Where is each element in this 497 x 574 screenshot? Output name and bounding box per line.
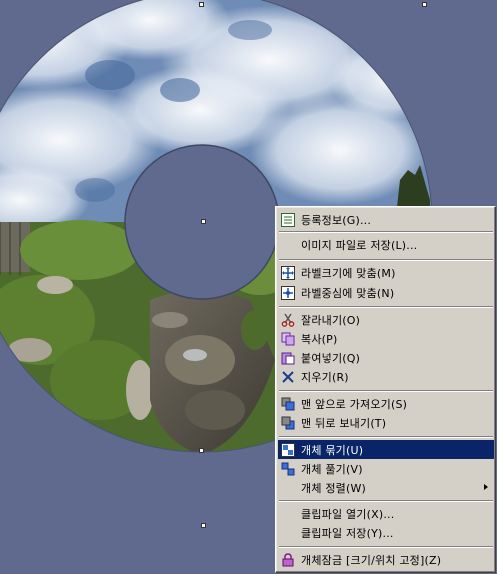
menu-item-label: 클립파일 열기(X)... — [301, 507, 395, 521]
menu-item-label: 개체 풀기(V) — [301, 462, 363, 476]
menu-item-copy[interactable]: 복사(P) — [278, 329, 494, 348]
menu-item-label: 이미지 파일로 저장(L)... — [301, 238, 418, 252]
delete-icon — [280, 369, 296, 385]
menu-item-label: 잘라내기(O) — [301, 313, 361, 327]
menu-separator — [279, 436, 493, 438]
menu-item-label: 붙여넣기(Q) — [301, 351, 361, 365]
menu-item-label: 개체잠금 [크기/위치 고정](Z) — [301, 553, 442, 567]
menu-separator — [279, 390, 493, 392]
menu-item-label: 라벨중심에 맞춤(N) — [301, 286, 395, 300]
lock-icon — [280, 552, 296, 568]
menu-separator — [279, 259, 493, 261]
menu-item-group[interactable]: 개체 묶기(U) — [278, 440, 494, 459]
menu-item-label: 클립파일 저장(Y)... — [301, 526, 394, 540]
menu-item-label: 지우기(R) — [301, 370, 349, 384]
menu-item-label: 개체 묶기(U) — [301, 443, 364, 457]
menu-item-save-clip[interactable]: 클립파일 저장(Y)... — [278, 523, 494, 542]
menu-item-label: 맨 앞으로 가져오기(S) — [301, 397, 408, 411]
selection-handle[interactable] — [201, 523, 206, 528]
context-menu: 등록정보(G)... 이미지 파일로 저장(L)... 라벨크기에 맞춤(M) … — [275, 206, 496, 573]
group-icon — [280, 442, 296, 458]
selection-handle[interactable] — [199, 448, 204, 453]
menu-item-save-image[interactable]: 이미지 파일로 저장(L)... — [278, 235, 494, 254]
menu-item-properties[interactable]: 등록정보(G)... — [278, 210, 494, 229]
selection-handle[interactable] — [199, 2, 204, 7]
menu-item-delete[interactable]: 지우기(R) — [278, 367, 494, 386]
menu-separator — [279, 500, 493, 502]
ungroup-icon — [280, 461, 296, 477]
cut-icon — [280, 312, 296, 328]
selection-handle[interactable] — [422, 2, 427, 7]
menu-item-label: 라벨크기에 맞춤(M) — [301, 266, 396, 280]
menu-separator — [279, 306, 493, 308]
submenu-arrow-icon — [484, 484, 488, 490]
menu-item-fit-label-center[interactable]: 라벨중심에 맞춤(N) — [278, 283, 494, 302]
menu-item-lock-object[interactable]: 개체잠금 [크기/위치 고정](Z) — [278, 550, 494, 569]
menu-item-align[interactable]: 개체 정렬(W) — [278, 478, 494, 497]
bring-to-front-icon — [280, 396, 296, 412]
menu-item-cut[interactable]: 잘라내기(O) — [278, 310, 494, 329]
menu-item-label: 맨 뒤로 보내기(T) — [301, 416, 387, 430]
send-to-back-icon — [280, 415, 296, 431]
menu-item-ungroup[interactable]: 개체 풀기(V) — [278, 459, 494, 478]
menu-item-label: 복사(P) — [301, 332, 338, 346]
copy-icon — [280, 331, 296, 347]
menu-separator — [279, 231, 493, 233]
menu-item-label: 등록정보(G)... — [301, 213, 372, 227]
menu-item-bring-to-front[interactable]: 맨 앞으로 가져오기(S) — [278, 394, 494, 413]
properties-icon — [280, 212, 296, 228]
menu-separator — [279, 546, 493, 548]
menu-item-open-clip[interactable]: 클립파일 열기(X)... — [278, 504, 494, 523]
menu-item-send-to-back[interactable]: 맨 뒤로 보내기(T) — [278, 413, 494, 432]
fit-center-icon — [280, 285, 296, 301]
paste-icon — [280, 350, 296, 366]
fit-size-icon — [280, 265, 296, 281]
menu-item-label: 개체 정렬(W) — [301, 481, 367, 495]
menu-item-fit-label-size[interactable]: 라벨크기에 맞춤(M) — [278, 263, 494, 282]
selection-handle[interactable] — [201, 219, 206, 224]
menu-item-paste[interactable]: 붙여넣기(Q) — [278, 348, 494, 367]
